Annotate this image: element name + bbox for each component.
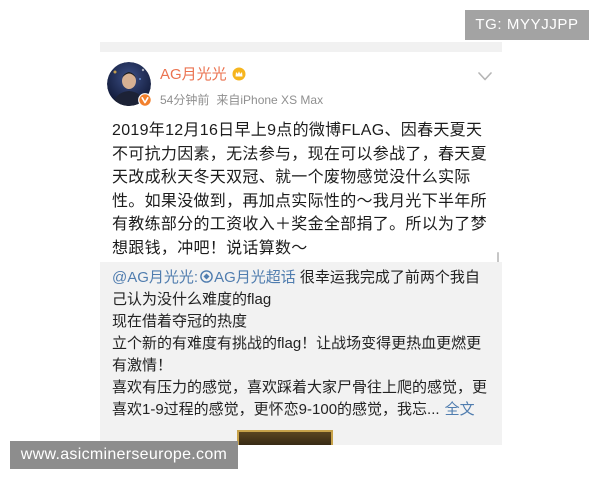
- weibo-post-card: AG月光光 54分钟前 来自iPhone XS Max 2019年12月16日早上…: [100, 42, 502, 445]
- post-time[interactable]: 54分钟前: [160, 93, 209, 107]
- post-text-line: 想跟钱，冲吧！说话算数～: [112, 239, 308, 257]
- telegram-watermark: TG: MYYJJPP: [465, 10, 589, 40]
- repost-line: 己认为没什么难度的flag: [112, 291, 272, 308]
- member-badge-icon: [232, 67, 246, 81]
- author-name[interactable]: AG月光光: [160, 66, 227, 83]
- author-mention-link[interactable]: @AG月光光:: [112, 269, 198, 286]
- expand-full-text-link[interactable]: 全文: [445, 401, 475, 418]
- topic-mention-link[interactable]: AG月光超话: [198, 269, 296, 286]
- repost-line-text: 喜欢1-9过程的感觉，更怀恋9-100的感觉，我忘...: [112, 401, 440, 418]
- repost-line: 现在借着夺冠的热度: [112, 313, 248, 330]
- chevron-down-icon[interactable]: [478, 72, 492, 81]
- image-thumbnail[interactable]: [237, 430, 333, 445]
- repost-line: 喜欢1-9过程的感觉，更怀恋9-100的感觉，我忘... 全文: [112, 399, 496, 421]
- avatar[interactable]: [107, 62, 152, 107]
- post-text-line: 天改成秋天冬天双冠、就一个废物感觉没什么实际: [112, 169, 471, 186]
- post-text-line: 性。如果没做到，再加点实际性的～我月光下半年所: [112, 192, 487, 210]
- author-row: AG月光光: [160, 65, 246, 85]
- post-text: 2019年12月16日早上9点的微博FLAG、因春天夏天 不可抗力因素，无法参与…: [112, 119, 496, 260]
- super-topic-icon: [200, 270, 213, 283]
- repost-line: 立个新的有难度有挑战的flag！让战场变得更热血更燃更: [112, 335, 482, 352]
- post-source: 来自iPhone XS Max: [216, 93, 324, 107]
- post-text-line: 有教练部分的工资收入＋奖金全部捐了。所以为了梦: [112, 216, 487, 233]
- repost-line: 有激情！: [112, 357, 173, 374]
- card-top-divider: [100, 42, 502, 52]
- post-text-line: 2019年12月16日早上9点的微博FLAG、因春天夏天: [112, 122, 483, 139]
- post-meta: 54分钟前 来自iPhone XS Max: [160, 92, 323, 108]
- verified-v-icon: [138, 93, 152, 107]
- repost-line: 喜欢有压力的感觉，喜欢踩着大家尸骨往上爬的感觉，更: [112, 379, 488, 396]
- repost-block[interactable]: @AG月光光: AG月光超话 很幸运我完成了前两个我自 己认为没什么难度的flag…: [100, 262, 502, 445]
- post-text-line: 不可抗力因素，无法参与，现在可以参战了，春天夏: [112, 145, 487, 163]
- repost-line: @AG月光光: AG月光超话 很幸运我完成了前两个我自: [112, 267, 496, 289]
- website-watermark: www.asicminerseurope.com: [10, 441, 238, 469]
- repost-text: @AG月光光: AG月光超话 很幸运我完成了前两个我自 己认为没什么难度的flag…: [112, 267, 496, 421]
- repost-line-text: 很幸运我完成了前两个我自: [295, 269, 480, 286]
- topic-mention-label: AG月光超话: [214, 269, 296, 286]
